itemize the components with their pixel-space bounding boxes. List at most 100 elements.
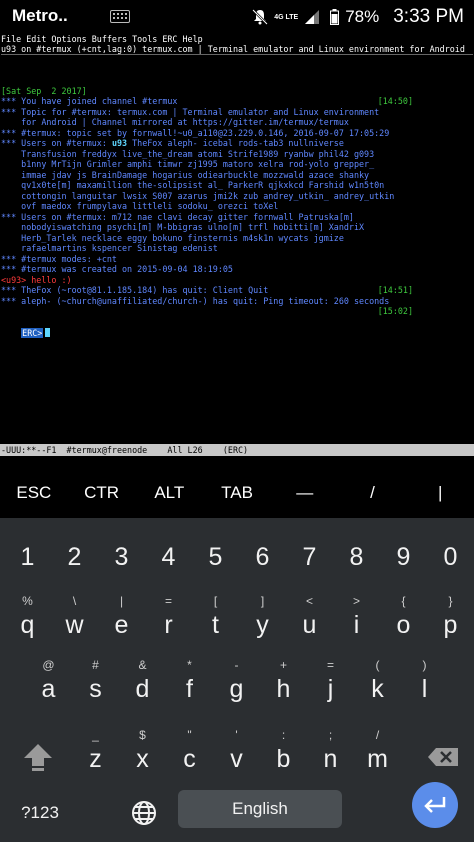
key-v[interactable]: ' v xyxy=(213,726,260,780)
soft-keyboard: ?123 English 1 2 3 4 5 6 7 8 9 0% q \ w | e = r[t] y < u > i{… xyxy=(0,518,474,842)
key-w[interactable]: \ w xyxy=(51,592,98,646)
key-m[interactable]: / m xyxy=(354,726,401,780)
message-text: *** Users on #termux: xyxy=(1,138,112,148)
key-r[interactable]: = r xyxy=(145,592,192,646)
key-2[interactable]: 2 xyxy=(51,530,98,584)
symbols-key[interactable]: ?123 xyxy=(10,790,70,836)
clock: 3:33 PM xyxy=(393,6,464,27)
language-key[interactable] xyxy=(122,790,166,836)
backspace-key[interactable] xyxy=(410,730,470,784)
erc-message-line: *** You have joined channel #termux [14:5… xyxy=(1,96,473,106)
key-e[interactable]: | e xyxy=(98,592,145,646)
dash-key[interactable]: — xyxy=(271,468,339,518)
key-j[interactable]: = j xyxy=(307,656,354,710)
text-cursor xyxy=(45,328,51,338)
key-alt-symbol: [ xyxy=(213,594,218,608)
message-text: rafaelmartins kspencer Sinistag edenist xyxy=(1,243,218,253)
erc-message-line: b1nny MrTijn Grimler amphi timwr zj1995 … xyxy=(1,159,473,169)
key-g[interactable]: -g xyxy=(213,656,260,710)
key-9[interactable]: 9 xyxy=(380,530,427,584)
erc-prompt: ERC> xyxy=(21,328,44,339)
key-label: 8 xyxy=(349,543,364,571)
key-0[interactable]: 0 xyxy=(427,530,474,584)
key-k[interactable]: (k xyxy=(354,656,401,710)
message-text: *** Topic for #termux: termux.com | Term… xyxy=(1,106,380,117)
key-5[interactable]: 5 xyxy=(192,530,239,584)
emacs-modeline: -UUU:**--F1 #termux@freenode All L26 (ER… xyxy=(0,444,474,456)
key-q[interactable]: % q xyxy=(4,592,51,646)
key-6[interactable]: 6 xyxy=(239,530,286,584)
key-d[interactable]: & d xyxy=(119,656,166,710)
key-label: o xyxy=(396,611,411,639)
key-alt-symbol: ] xyxy=(260,594,265,608)
key-4[interactable]: 4 xyxy=(145,530,192,584)
key-alt-symbol: % xyxy=(22,594,33,608)
key-alt-symbol: } xyxy=(448,594,453,608)
key-a[interactable]: @ a xyxy=(25,656,72,710)
erc-message-line: *** Users on #termux: m712 nae clavi dec… xyxy=(1,212,473,222)
key-label: 3 xyxy=(114,543,129,571)
emacs-menubar[interactable]: File Edit Options Buffers Tools ERC Help xyxy=(1,34,473,45)
nick-highlight: u93 xyxy=(111,138,128,148)
carrier-name: Metro.. xyxy=(12,6,68,25)
key-alt-symbol: ; xyxy=(328,728,333,742)
erc-message-line: for Android | Channel mirrored at https:… xyxy=(1,117,473,127)
key-i[interactable]: > i xyxy=(333,592,380,646)
message-text: *** #termux: topic set by fornwall!~u0_a… xyxy=(1,127,390,138)
message-text: *** #termux modes: +cnt xyxy=(1,253,117,264)
key-label: i xyxy=(353,611,360,639)
key-t[interactable]: [t xyxy=(192,592,239,646)
key-b[interactable]: :b xyxy=(260,726,307,780)
terminal-view[interactable]: File Edit Options Buffers Tools ERC Help… xyxy=(0,34,474,468)
key-3[interactable]: 3 xyxy=(98,530,145,584)
status-bar: Metro.. 4G LTE 78% 3:33 PM xyxy=(0,0,474,34)
message-text: b1nny MrTijn Grimler amphi timwr zj1995 … xyxy=(1,159,375,169)
ctrl-key[interactable]: CTR xyxy=(68,468,136,518)
pipe-key[interactable]: | xyxy=(406,468,474,518)
enter-icon xyxy=(424,797,446,813)
key-u[interactable]: < u xyxy=(286,592,333,646)
key-label: x xyxy=(136,745,149,773)
alt-key[interactable]: ALT xyxy=(135,468,203,518)
key-f[interactable]: * f xyxy=(166,656,213,710)
key-alt-symbol: ' xyxy=(235,728,238,742)
key-alt-symbol: { xyxy=(401,594,406,608)
key-l[interactable]: ) l xyxy=(401,656,448,710)
key-7[interactable]: 7 xyxy=(286,530,333,584)
key-alt-symbol: # xyxy=(92,658,99,672)
message-text: Transfusion freddyx live_the_dream atomi… xyxy=(1,148,375,159)
erc-message-line: *** #termux modes: +cnt xyxy=(1,254,473,264)
key-label: k xyxy=(371,675,384,703)
tab-key[interactable]: TAB xyxy=(203,468,271,518)
slash-key[interactable]: / xyxy=(339,468,407,518)
key-1[interactable]: 1 xyxy=(4,530,51,584)
shift-key[interactable] xyxy=(10,730,70,784)
key-label: n xyxy=(323,745,338,773)
key-x[interactable]: $ x xyxy=(119,726,166,780)
key-label: g xyxy=(229,675,244,703)
extra-keys-row: ESC CTR ALT TAB — / | xyxy=(0,468,474,518)
message-text: ovf maedox frumpylava littleli sodoku_ o… xyxy=(1,201,279,211)
key-8[interactable]: 8 xyxy=(333,530,380,584)
enter-key[interactable] xyxy=(412,782,458,828)
backspace-icon xyxy=(428,748,458,766)
key-o[interactable]: {o xyxy=(380,592,427,646)
key-s[interactable]: # s xyxy=(72,656,119,710)
erc-header-line: u93 on #termux (+cnt,lag:0) termux.com |… xyxy=(1,44,473,56)
key-alt-symbol: | xyxy=(119,594,124,608)
esc-key[interactable]: ESC xyxy=(0,468,68,518)
key-z[interactable]: _ z xyxy=(72,726,119,780)
mute-icon xyxy=(252,9,269,25)
key-alt-symbol: - xyxy=(234,658,239,672)
key-label: t xyxy=(212,611,219,639)
erc-prompt-line[interactable]: ERC> xyxy=(1,318,473,349)
key-h[interactable]: + h xyxy=(260,656,307,710)
key-label: d xyxy=(135,675,150,703)
key-c[interactable]: " c xyxy=(166,726,213,780)
space-bar[interactable]: English xyxy=(178,790,342,828)
key-p[interactable]: } p xyxy=(427,592,474,646)
key-label: f xyxy=(186,675,193,703)
key-n[interactable]: ; n xyxy=(307,726,354,780)
key-y[interactable]: ] y xyxy=(239,592,286,646)
battery-icon xyxy=(330,9,340,25)
